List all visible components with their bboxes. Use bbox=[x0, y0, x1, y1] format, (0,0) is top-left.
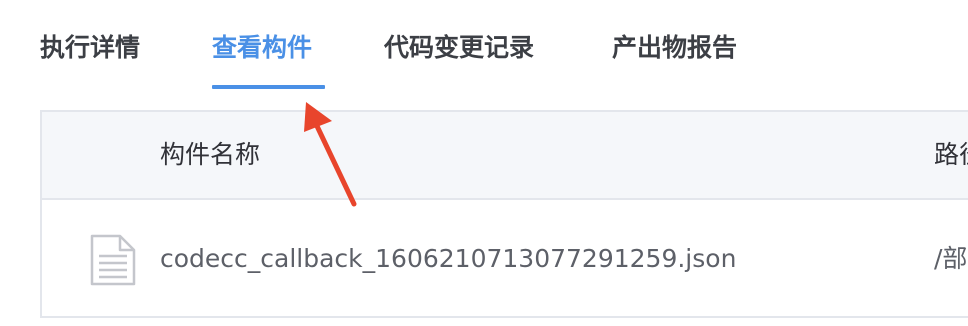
tab-code-change-log[interactable]: 代码变更记录 bbox=[384, 28, 534, 68]
table-header: 构件名称 路径 bbox=[42, 112, 968, 200]
table-row[interactable]: codecc_callback_1606210713077291259.json… bbox=[42, 200, 968, 318]
red-arrow-annotation-icon bbox=[304, 102, 357, 207]
tab-output-report[interactable]: 产出物报告 bbox=[612, 28, 737, 68]
artifacts-table: 构件名称 路径 codecc_callback_1606210713077291… bbox=[40, 110, 968, 318]
tab-execution-details[interactable]: 执行详情 bbox=[40, 28, 140, 68]
column-header-artifact-name: 构件名称 bbox=[160, 140, 261, 169]
tab-bar: 执行详情 查看构件 代码变更记录 产出物报告 bbox=[0, 0, 968, 92]
file-text-icon bbox=[90, 234, 136, 286]
artifact-path: /部 bbox=[934, 244, 968, 273]
tab-view-artifacts[interactable]: 查看构件 bbox=[212, 28, 312, 68]
active-tab-indicator bbox=[212, 85, 325, 89]
artifact-name-link[interactable]: codecc_callback_1606210713077291259.json bbox=[160, 240, 736, 278]
column-header-path: 路径 bbox=[934, 140, 968, 169]
